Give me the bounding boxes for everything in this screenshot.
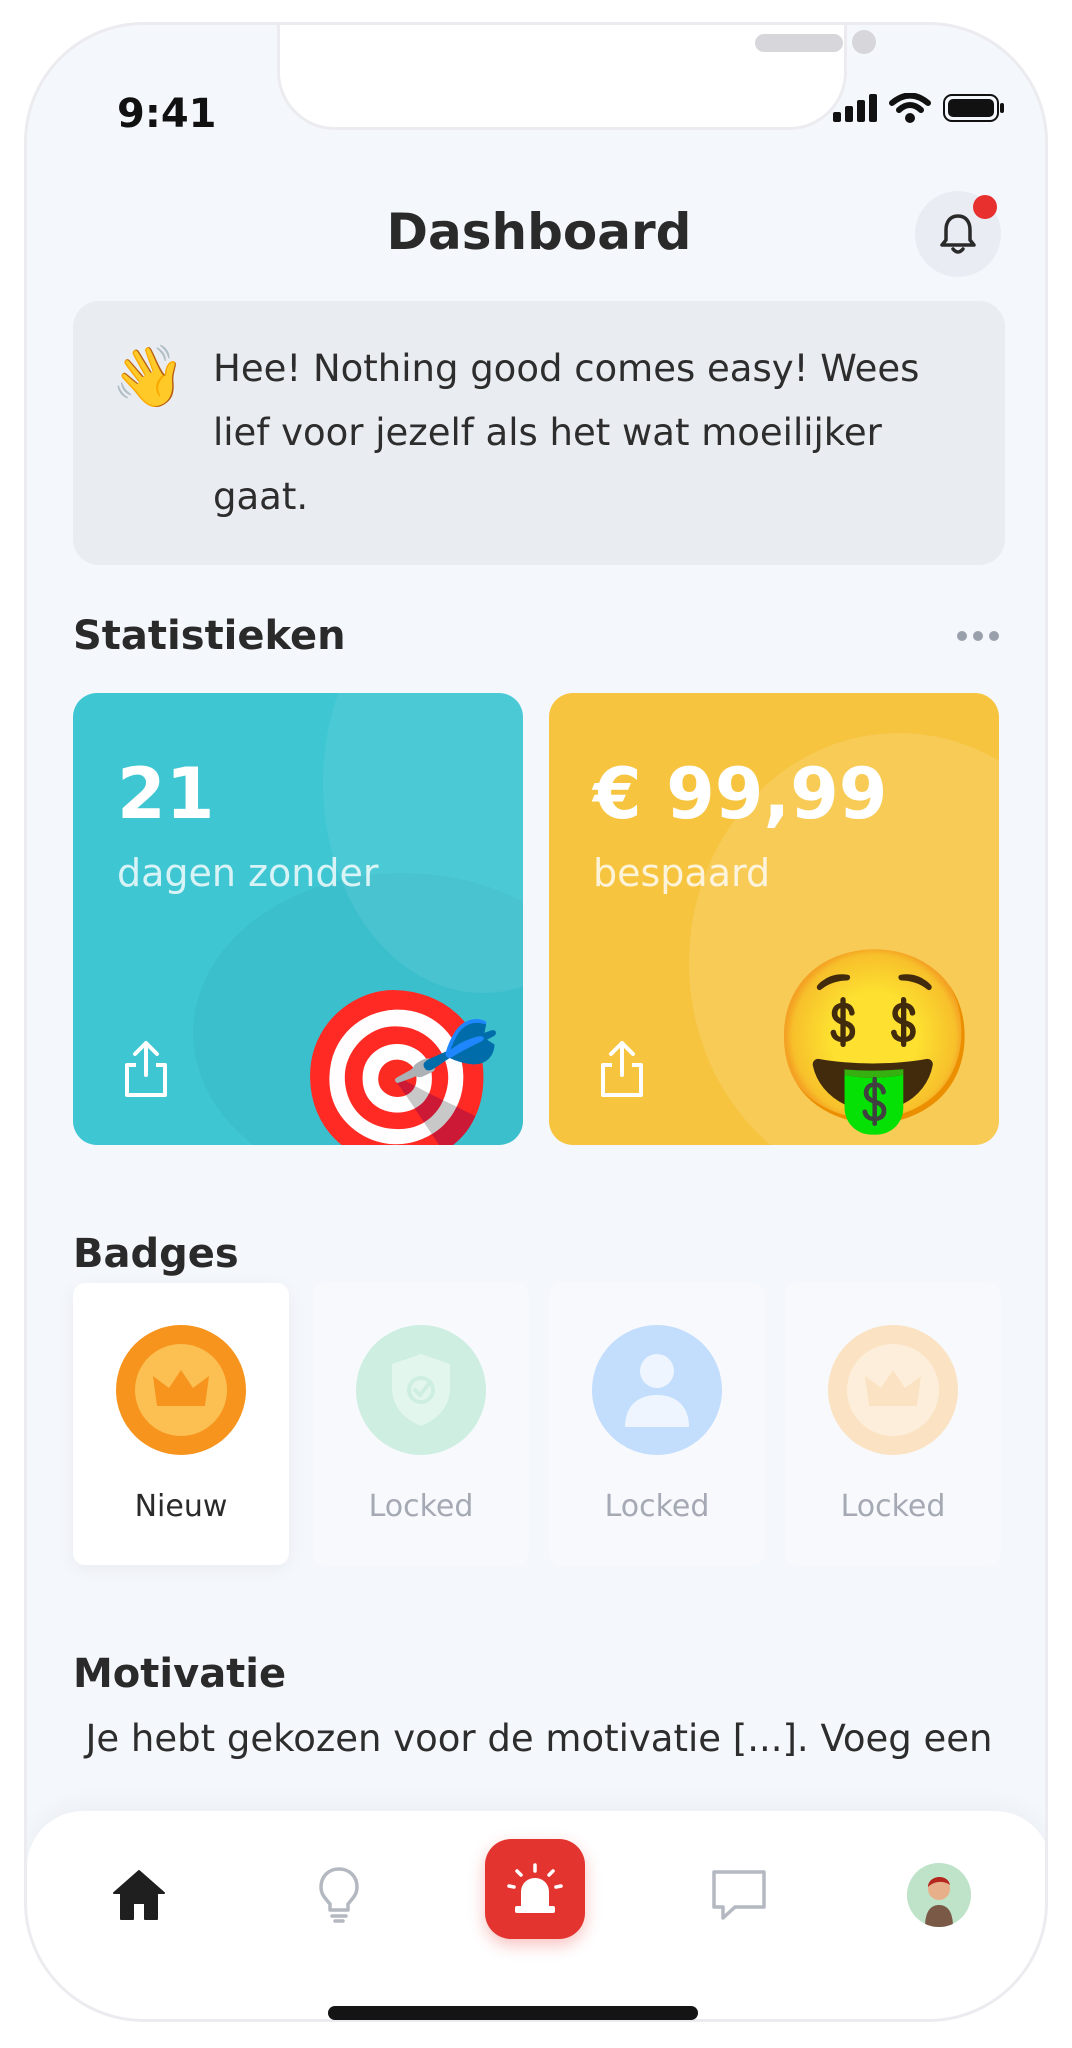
chat-icon [712,1870,766,1920]
phone-frame: 9:41 Dashboard 👋 Hee! Nothing good comes… [24,22,1048,2022]
tab-chat[interactable] [699,1855,779,1935]
alarm-icon [507,1863,563,1913]
stats-title: Statistieken [73,613,346,659]
target-dart-icon: 🎯 [291,979,503,1145]
battery-icon [943,94,1004,122]
speaker [755,34,843,52]
tab-bar [27,1811,1045,2019]
badge-new[interactable]: Nieuw [73,1283,289,1565]
notch [277,25,876,130]
home-indicator[interactable] [328,2006,698,2020]
share-icon[interactable] [597,1039,647,1099]
badge-label: Nieuw [134,1489,228,1524]
badge-locked[interactable]: Locked [313,1283,529,1565]
tab-tips[interactable] [299,1855,379,1935]
alarm-button[interactable] [485,1839,585,1939]
badge-circle [828,1325,958,1455]
crown-icon [135,1344,227,1436]
tab-profile[interactable] [899,1855,979,1935]
badge-locked[interactable]: Locked [549,1283,765,1565]
signal-icon [833,94,877,122]
more-options-button[interactable] [957,631,999,641]
profile-avatar [907,1863,971,1927]
badges-title: Badges [73,1231,239,1277]
lightbulb-icon [319,1867,359,1923]
status-icons [833,93,1005,123]
greeting-text: Hee! Nothing good comes easy! Wees lief … [213,347,920,518]
notifications-button[interactable] [915,191,1001,277]
greeting-card: 👋 Hee! Nothing good comes easy! Wees lie… [73,301,1005,565]
badge-circle [116,1325,246,1455]
front-camera [852,30,876,54]
badge-locked[interactable]: Locked [785,1283,1001,1565]
motivation-text: Je hebt gekozen voor de motivatie [...].… [85,1717,993,1760]
badge-circle [592,1325,722,1455]
wifi-icon [889,93,931,123]
waving-hand-icon: 👋 [111,342,186,412]
shield-icon [392,1354,450,1426]
home-icon [113,1870,165,1920]
badge-label: Locked [368,1489,474,1524]
crown-icon [847,1344,939,1436]
days-value: 21 [117,753,215,835]
badge-label: Locked [840,1489,946,1524]
money-mouth-face-icon: 🤑 [769,939,981,1137]
status-time: 9:41 [117,91,217,137]
notification-dot [973,195,997,219]
stat-card-saved[interactable]: € 99,99 bespaard 🤑 [549,693,999,1145]
saved-value: € 99,99 [593,753,888,835]
stat-card-days[interactable]: 21 dagen zonder 🎯 [73,693,523,1145]
badge-label: Locked [604,1489,710,1524]
days-label: dagen zonder [117,851,379,895]
page-title: Dashboard [386,203,692,261]
motivation-title: Motivatie [73,1651,287,1697]
saved-label: bespaard [593,851,771,895]
badge-circle [356,1325,486,1455]
share-icon[interactable] [121,1039,171,1099]
user-icon [625,1354,689,1427]
bell-icon [940,214,976,254]
tab-home[interactable] [99,1855,179,1935]
